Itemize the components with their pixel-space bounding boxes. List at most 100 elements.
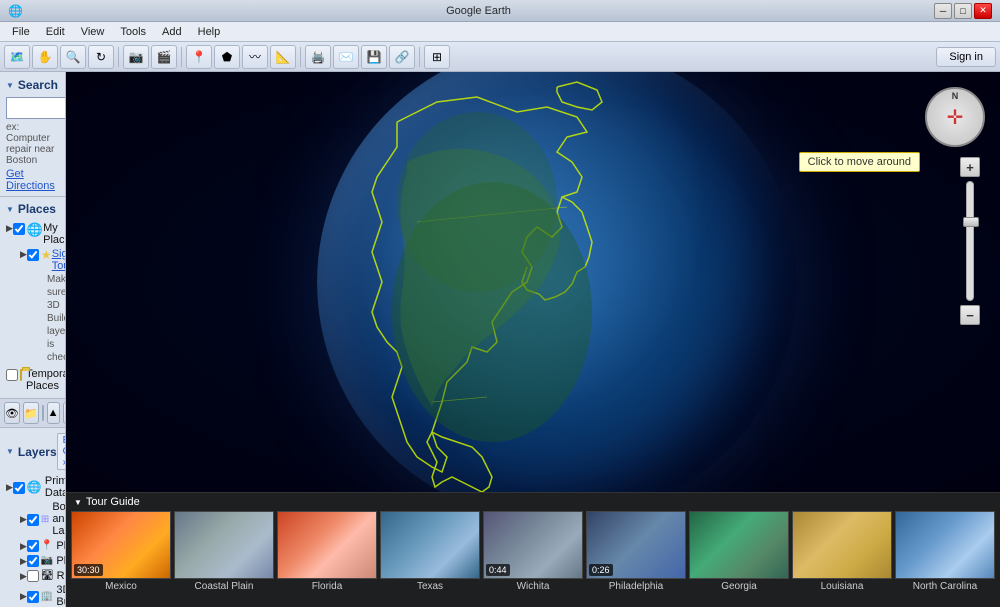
tour-item-coastal[interactable]: Coastal Plain: [174, 511, 274, 607]
tour-img-florida: [277, 511, 377, 579]
sightseeing-expand[interactable]: ▶: [20, 249, 27, 260]
tour-item-texas[interactable]: Texas: [380, 511, 480, 607]
toolbar-camera-btn[interactable]: 📷: [123, 45, 149, 69]
toolbar-link-btn[interactable]: 🔗: [389, 45, 415, 69]
tour-img-nc: [895, 511, 995, 579]
tour-item-georgia[interactable]: Georgia: [689, 511, 789, 607]
maximize-button[interactable]: □: [954, 3, 972, 19]
tour-item-florida[interactable]: Florida: [277, 511, 377, 607]
tour-item-mexico[interactable]: 30:30 Mexico: [71, 511, 171, 607]
layers-sub: ▶ ⊞ Borders and Labels ▶ 📍 Places ▶ 📷 Ph…: [6, 500, 59, 607]
layer-borders-checkbox[interactable]: [27, 514, 39, 526]
layer-photos-checkbox[interactable]: [27, 555, 39, 567]
toolbar-print-btn[interactable]: 🖨️: [305, 45, 331, 69]
toolbar-sep-4: [419, 47, 420, 67]
tour-img-georgia: [689, 511, 789, 579]
tour-item-nc[interactable]: North Carolina: [895, 511, 995, 607]
toolbar-polygon-btn[interactable]: ⬟: [214, 45, 240, 69]
sightseeing-label[interactable]: Sightseeing Tour: [52, 248, 66, 272]
layers-header: ▼ Layers: [6, 445, 57, 459]
zoom-out-button[interactable]: −: [960, 305, 980, 325]
layer-roads: ▶ 🛣 Roads: [20, 568, 59, 583]
tour-images: 30:30 Mexico Coastal Plain Florida: [66, 511, 1000, 607]
layer-3d-expand[interactable]: ▶: [20, 591, 27, 602]
menu-file[interactable]: File: [4, 24, 38, 40]
menu-edit[interactable]: Edit: [38, 24, 73, 40]
tour-item-philly[interactable]: 0:26 Philadelphia: [586, 511, 686, 607]
globe-svg: [317, 72, 797, 492]
tour-item-wichita[interactable]: 0:44 Wichita: [483, 511, 583, 607]
tour-label-florida: Florida: [312, 581, 343, 592]
menu-bar: File Edit View Tools Add Help: [0, 22, 1000, 42]
zoom-in-button[interactable]: +: [960, 157, 980, 177]
toolbar-placemark-btn[interactable]: 📍: [186, 45, 212, 69]
toolbar-map-btn[interactable]: 🗺️: [4, 45, 30, 69]
layer-expand-primary[interactable]: ▶: [6, 482, 13, 493]
layer-primary-checkbox[interactable]: [13, 482, 25, 494]
layer-borders-label: Borders and Labels: [52, 501, 65, 537]
close-button[interactable]: ✕: [974, 3, 992, 19]
tour-item-louisiana[interactable]: Louisiana: [792, 511, 892, 607]
sightseeing-checkbox[interactable]: [27, 249, 39, 261]
layer-3d-checkbox[interactable]: [27, 591, 39, 603]
layer-primary-icon: 🌐: [27, 480, 42, 494]
tour-img-nc-inner: [896, 512, 994, 578]
globe-area[interactable]: N ✛ Click to move around + −: [66, 72, 1000, 492]
zoom-track[interactable]: [966, 181, 974, 301]
zoom-thumb[interactable]: [963, 217, 979, 227]
tour-img-louisiana: [792, 511, 892, 579]
tour-label-nc: North Carolina: [913, 581, 977, 592]
compass-n-label: N: [952, 91, 959, 101]
toolbar-sep-2: [181, 47, 182, 67]
nav-eye-btn[interactable]: 👁: [4, 402, 20, 424]
tour-img-wichita: 0:44: [483, 511, 583, 579]
menu-help[interactable]: Help: [190, 24, 229, 40]
menu-tools[interactable]: Tools: [112, 24, 154, 40]
toolbar-video-btn[interactable]: 🎬: [151, 45, 177, 69]
layer-places-expand[interactable]: ▶: [20, 541, 27, 552]
right-area: N ✛ Click to move around + − ▼ Tour Guid…: [66, 72, 1000, 607]
menu-view[interactable]: View: [73, 24, 113, 40]
tour-img-florida-inner: [278, 512, 376, 578]
layer-roads-checkbox[interactable]: [27, 570, 39, 582]
my-places-checkbox[interactable]: [13, 223, 25, 235]
toolbar-sep-3: [300, 47, 301, 67]
temp-checkbox[interactable]: [6, 369, 18, 381]
toolbar-rotate-btn[interactable]: ↻: [88, 45, 114, 69]
layer-places-checkbox[interactable]: [27, 540, 39, 552]
toolbar-email-btn[interactable]: ✉️: [333, 45, 359, 69]
my-places-expand[interactable]: ▶: [6, 223, 13, 234]
layer-borders-expand[interactable]: ▶: [20, 514, 27, 525]
nav-slider[interactable]: [42, 405, 44, 421]
toolbar-save-btn[interactable]: 💾: [361, 45, 387, 69]
search-section: ▼ Search Search ex: Computer repair near…: [0, 72, 65, 197]
tour-badge-mexico: 30:30: [74, 564, 103, 576]
temp-folder-icon: [20, 369, 22, 381]
tour-badge-philly: 0:26: [589, 564, 613, 576]
search-input[interactable]: [6, 97, 66, 119]
toolbar-hand-btn[interactable]: ✋: [32, 45, 58, 69]
compass[interactable]: N ✛: [925, 87, 985, 147]
layer-places-label: Places: [56, 540, 65, 552]
nav-folder-btn[interactable]: 📁: [23, 402, 39, 424]
signin-button[interactable]: Sign in: [936, 47, 996, 67]
main-layout: ▼ Search Search ex: Computer repair near…: [0, 72, 1000, 607]
left-panel: ▼ Search Search ex: Computer repair near…: [0, 72, 66, 607]
earth-gallery-button[interactable]: Earth Gallery »: [57, 433, 65, 470]
layer-photos-expand[interactable]: ▶: [20, 556, 27, 567]
minimize-button[interactable]: ─: [934, 3, 952, 19]
get-directions-link[interactable]: Get Directions: [6, 168, 55, 192]
compass-arrow-icon: ✛: [947, 105, 964, 130]
nav-up-btn[interactable]: ▲: [47, 402, 60, 424]
toolbar-sep-1: [118, 47, 119, 67]
menu-add[interactable]: Add: [154, 24, 190, 40]
toolbar-path-btn[interactable]: 〰: [242, 45, 268, 69]
my-places-icon: 🌐: [27, 222, 43, 238]
sightseeing-item: ▶ ★ Sightseeing Tour: [20, 247, 59, 273]
layers-label: Layers: [18, 445, 57, 459]
toolbar-measure-btn[interactable]: 📐: [270, 45, 296, 69]
layer-roads-expand[interactable]: ▶: [20, 571, 27, 582]
toolbar-extra-btn[interactable]: ⊞: [424, 45, 450, 69]
window-title: Google Earth: [23, 5, 934, 17]
toolbar-zoom-btn[interactable]: 🔍: [60, 45, 86, 69]
